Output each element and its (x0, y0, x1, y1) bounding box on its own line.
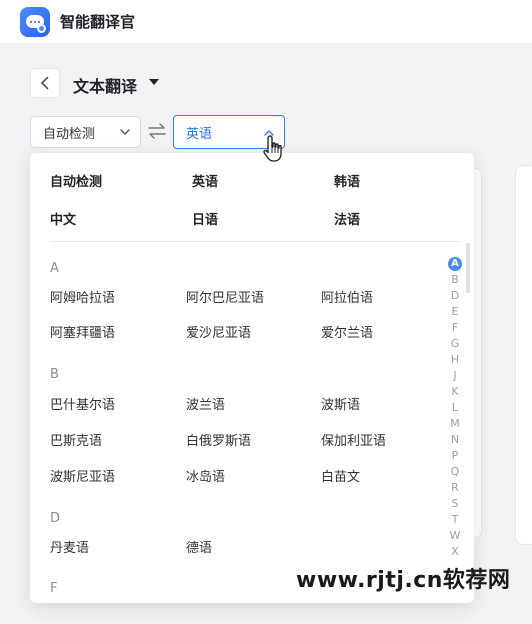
alphabet-index-letter[interactable]: Q (446, 465, 464, 479)
language-list: A 阿姆哈拉语 阿尔巴尼亚语 阿拉伯语 阿塞拜疆语 爱沙尼亚语 爱尔兰语 B 巴… (30, 251, 450, 603)
language-item[interactable]: 冰岛语 (186, 466, 225, 485)
swap-arrows-icon[interactable] (147, 122, 167, 140)
chevron-down-icon (120, 129, 130, 135)
source-language-select[interactable]: 自动检测 (30, 116, 141, 148)
watermark-text: www.rjtj.cn软荐网 (296, 568, 511, 593)
alphabet-index-letter[interactable]: K (446, 385, 464, 399)
divider (50, 241, 460, 242)
common-language-item[interactable]: 韩语 (334, 171, 360, 190)
language-item[interactable]: 丹麦语 (50, 537, 89, 556)
letter-heading: B (50, 367, 59, 382)
scrollbar-thumb[interactable] (466, 243, 470, 293)
target-language-value: 英语 (186, 126, 213, 142)
alphabet-index-letter[interactable]: G (446, 337, 464, 351)
alphabet-index-letter[interactable]: S (446, 497, 464, 511)
language-item[interactable]: 阿姆哈拉语 (50, 287, 115, 306)
app-title: 智能翻译官 (60, 13, 136, 31)
alphabet-index-letter[interactable]: H (446, 353, 464, 367)
language-item[interactable]: 波斯尼亚语 (50, 466, 115, 485)
alphabet-index-letter[interactable]: D (446, 289, 464, 303)
alphabet-index-letter[interactable]: N (446, 433, 464, 447)
language-item[interactable]: 爱沙尼亚语 (186, 322, 251, 341)
robot-chat-icon (20, 6, 50, 37)
page-title[interactable]: 文本翻译 (73, 73, 137, 97)
alphabet-index-letter[interactable]: J (446, 369, 464, 383)
language-item[interactable]: 巴斯克语 (50, 430, 102, 449)
alphabet-index-letter[interactable]: R (446, 481, 464, 495)
language-item[interactable]: 阿拉伯语 (321, 287, 373, 306)
letter-heading: A (50, 261, 59, 276)
alphabet-index-letter[interactable]: X (446, 545, 464, 559)
title-bar: 智能翻译官 (0, 0, 532, 44)
alphabet-index-letter[interactable]: E (446, 305, 464, 319)
caret-down-icon[interactable] (149, 79, 159, 85)
language-item[interactable]: 白苗文 (321, 466, 360, 485)
language-dropdown: 自动检测 英语 韩语 中文 日语 法语 A 阿姆哈拉语 阿尔巴尼亚语 阿拉伯语 … (30, 153, 474, 603)
alphabet-index-letter[interactable]: P (446, 449, 464, 463)
back-button[interactable] (30, 68, 60, 98)
common-language-item[interactable]: 中文 (50, 209, 76, 228)
language-item[interactable]: 波斯语 (321, 394, 360, 413)
hand-pointer-icon (263, 135, 282, 162)
alphabet-index-letter[interactable]: W (446, 529, 464, 543)
common-language-item[interactable]: 自动检测 (50, 171, 102, 190)
language-item[interactable]: 爱尔兰语 (321, 322, 373, 341)
alphabet-index-letter[interactable]: M (446, 417, 464, 431)
chevron-left-icon (41, 76, 49, 90)
language-item[interactable]: 阿塞拜疆语 (50, 322, 115, 341)
result-panel (515, 165, 532, 545)
alphabet-index-letter[interactable]: L (446, 401, 464, 415)
language-item[interactable]: 波兰语 (186, 394, 225, 413)
language-item[interactable]: 保加利亚语 (321, 430, 386, 449)
alphabet-index-letter[interactable]: F (446, 321, 464, 335)
alphabet-index-letter[interactable]: A (448, 257, 462, 271)
language-item[interactable]: 巴什基尔语 (50, 394, 115, 413)
common-language-item[interactable]: 日语 (192, 209, 218, 228)
language-item[interactable]: 阿尔巴尼亚语 (186, 287, 264, 306)
language-item[interactable]: 白俄罗斯语 (186, 430, 251, 449)
alphabet-index-letter[interactable]: T (446, 513, 464, 527)
source-language-value: 自动检测 (43, 126, 96, 142)
language-item[interactable]: 德语 (186, 537, 212, 556)
common-language-item[interactable]: 法语 (334, 209, 360, 228)
letter-heading: D (50, 511, 61, 526)
alphabet-index-letter[interactable]: B (446, 273, 464, 287)
letter-heading: F (50, 581, 58, 596)
common-language-item[interactable]: 英语 (192, 171, 218, 190)
